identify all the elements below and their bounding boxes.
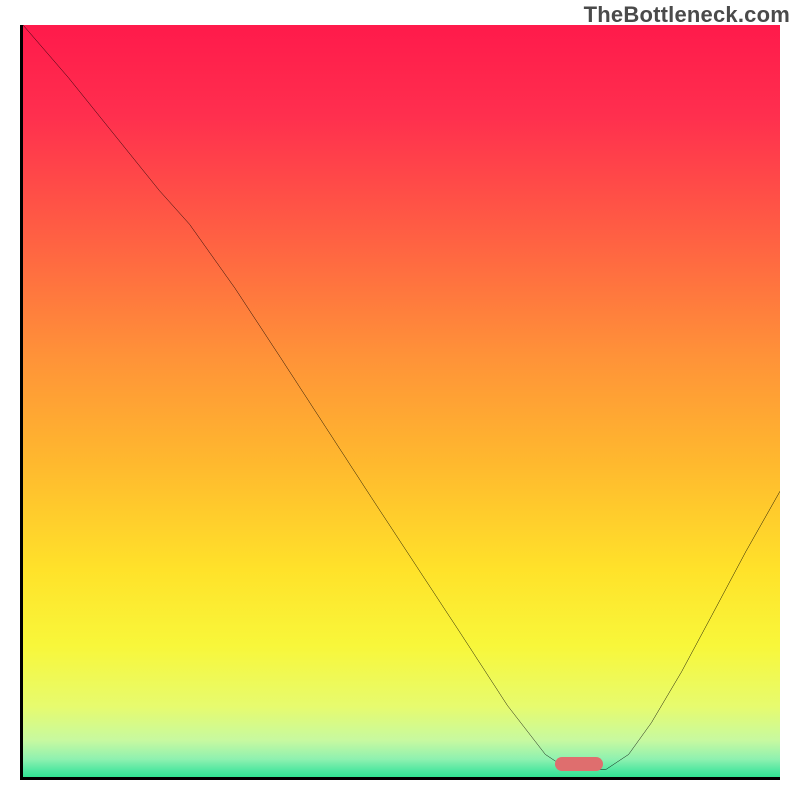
plot-area (20, 25, 780, 780)
curve-layer (23, 25, 780, 777)
optimal-marker (555, 757, 603, 771)
bottleneck-curve (23, 25, 780, 769)
chart-frame: TheBottleneck.com (0, 0, 800, 800)
